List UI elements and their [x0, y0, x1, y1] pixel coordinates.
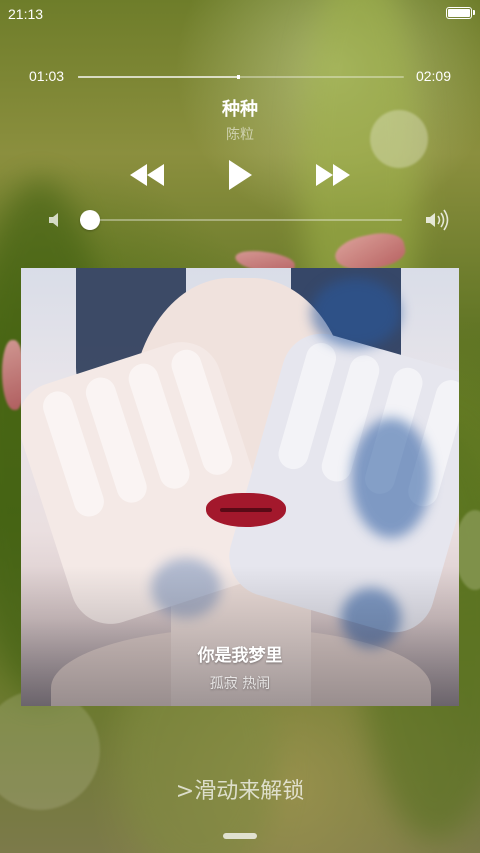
elapsed-time: 01:03 [29, 68, 65, 84]
status-time: 21:13 [8, 6, 44, 22]
play-icon [229, 160, 252, 190]
status-bar: 21:13 [0, 0, 480, 28]
rewind-icon [130, 164, 164, 186]
lock-screen: 21:13 01:03 02:09 种种 陈粒 你是我梦里 孤寂 热闹 >滑动来… [0, 0, 480, 853]
total-time: 02:09 [415, 68, 451, 84]
play-button[interactable] [218, 158, 262, 192]
battery-full-icon [446, 7, 475, 19]
home-indicator[interactable] [223, 833, 257, 839]
slide-to-unlock[interactable]: >滑动来解锁 [0, 773, 480, 805]
volume-knob[interactable] [79, 210, 100, 230]
speaker-high-icon [426, 209, 449, 231]
song-artist: 陈粒 [226, 127, 254, 143]
album-art-lips [206, 493, 286, 527]
progress-fill [78, 76, 238, 78]
speaker-low-icon [49, 213, 58, 227]
lyric-current-line: 你是我梦里 [197, 646, 283, 666]
fast-forward-icon [316, 164, 350, 186]
volume-slider[interactable] [79, 210, 402, 230]
progress-knob[interactable] [236, 75, 240, 79]
progress-slider[interactable] [78, 75, 404, 79]
next-track-button[interactable] [310, 158, 356, 192]
album-art: 你是我梦里 孤寂 热闹 [21, 268, 459, 706]
previous-track-button[interactable] [124, 158, 170, 192]
lyric-next-line: 孤寂 热闹 [209, 676, 271, 692]
song-title: 种种 [222, 99, 258, 120]
